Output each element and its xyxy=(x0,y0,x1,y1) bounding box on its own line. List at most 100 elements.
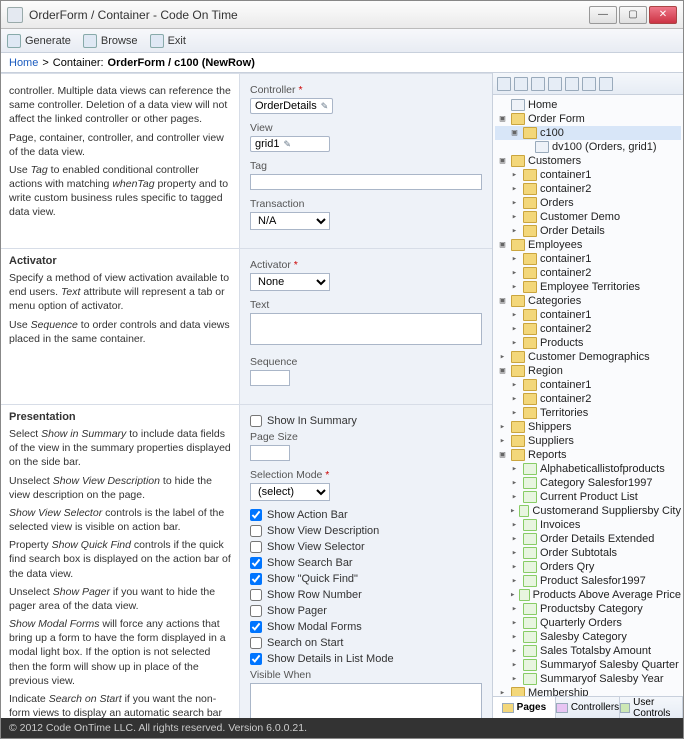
tab-user-controls[interactable]: User Controls xyxy=(620,697,683,718)
tree-twisty-icon[interactable]: ▸ xyxy=(509,576,520,586)
tree-twisty-icon[interactable]: ▸ xyxy=(509,618,520,628)
tree-node[interactable]: ▣c100 xyxy=(495,126,681,140)
tree-node[interactable]: ▸Current Product List xyxy=(495,490,681,504)
open-icon[interactable] xyxy=(565,77,579,91)
tree-node[interactable]: ▸Sales Totalsby Amount xyxy=(495,644,681,658)
tree-twisty-icon[interactable]: ▣ xyxy=(497,450,508,460)
tab-pages[interactable]: Pages xyxy=(493,697,556,718)
show-search-bar-checkbox[interactable]: Show Search Bar xyxy=(250,557,482,569)
close-button[interactable]: ✕ xyxy=(649,6,677,24)
tree-node[interactable]: ▣Region xyxy=(495,364,681,378)
activator-select[interactable]: None xyxy=(250,273,330,291)
controller-field[interactable]: OrderDetails✎ xyxy=(250,98,333,114)
tree-node[interactable]: ▸Order Details xyxy=(495,224,681,238)
tree-node[interactable]: ▸Category Salesfor1997 xyxy=(495,476,681,490)
tree-twisty-icon[interactable]: ▣ xyxy=(497,366,508,376)
tree-twisty-icon[interactable]: ▸ xyxy=(509,632,520,642)
tree-twisty-icon[interactable]: ▸ xyxy=(509,464,520,474)
show-in-summary-checkbox[interactable]: Show In Summary xyxy=(250,415,482,427)
text-input[interactable] xyxy=(250,313,482,345)
tree-node[interactable]: ▸container2 xyxy=(495,322,681,336)
tree-twisty-icon[interactable]: ▸ xyxy=(509,408,520,418)
tree-node[interactable]: dv100 (Orders, grid1) xyxy=(495,140,681,154)
tree-node[interactable]: ▸Customerand Suppliersby City xyxy=(495,504,681,518)
exit-button[interactable]: Exit xyxy=(150,34,186,48)
pagesize-input[interactable] xyxy=(250,445,290,461)
tree-node[interactable]: ▸Products Above Average Price xyxy=(495,588,681,602)
show-view-description-checkbox[interactable]: Show View Description xyxy=(250,525,482,537)
tree-twisty-icon[interactable]: ▸ xyxy=(509,548,520,558)
tree-node[interactable]: ▸Suppliers xyxy=(495,434,681,448)
show-quick-find-checkbox[interactable]: Show "Quick Find" xyxy=(250,573,482,585)
tree-node[interactable]: ▸container2 xyxy=(495,266,681,280)
tree-node[interactable]: ▸Invoices xyxy=(495,518,681,532)
tree-node[interactable]: ▸Membership xyxy=(495,686,681,696)
tree-node[interactable]: ▸container1 xyxy=(495,252,681,266)
tree-twisty-icon[interactable]: ▸ xyxy=(509,324,520,334)
tree-twisty-icon[interactable]: ▸ xyxy=(509,310,520,320)
tree-twisty-icon[interactable]: ▣ xyxy=(497,240,508,250)
tree-node[interactable]: ▸container2 xyxy=(495,392,681,406)
tree-twisty-icon[interactable]: ▣ xyxy=(497,156,508,166)
sync-icon[interactable] xyxy=(531,77,545,91)
forward-icon[interactable] xyxy=(514,77,528,91)
tree-node[interactable]: ▸Customer Demographics xyxy=(495,350,681,364)
tree-twisty-icon[interactable]: ▸ xyxy=(509,562,520,572)
tree-twisty-icon[interactable]: ▸ xyxy=(497,422,508,432)
tree-node[interactable]: ▸Summaryof Salesby Year xyxy=(495,672,681,686)
tree-node[interactable]: ▸container1 xyxy=(495,168,681,182)
tree-node[interactable]: ▸Customer Demo xyxy=(495,210,681,224)
tree-twisty-icon[interactable]: ▸ xyxy=(509,534,520,544)
tree-twisty-icon[interactable]: ▸ xyxy=(509,478,520,488)
browse-button[interactable]: Browse xyxy=(83,34,138,48)
tree-node[interactable]: ▣Categories xyxy=(495,294,681,308)
tree-node[interactable]: ▸container2 xyxy=(495,182,681,196)
tab-controllers[interactable]: Controllers xyxy=(556,697,620,718)
tree-node[interactable]: ▸Salesby Category xyxy=(495,630,681,644)
tree-node[interactable]: ▸Product Salesfor1997 xyxy=(495,574,681,588)
tree-node[interactable]: ▸Order Details Extended xyxy=(495,532,681,546)
tree-twisty-icon[interactable]: ▸ xyxy=(509,604,520,614)
tree-node[interactable]: ▸container1 xyxy=(495,308,681,322)
folder-icon[interactable] xyxy=(582,77,596,91)
add-icon[interactable] xyxy=(548,77,562,91)
minimize-button[interactable]: — xyxy=(589,6,617,24)
tree-twisty-icon[interactable]: ▸ xyxy=(509,520,520,530)
tree-twisty-icon[interactable]: ▣ xyxy=(497,114,508,124)
tree-twisty-icon[interactable]: ▣ xyxy=(509,128,520,138)
selectionmode-select[interactable]: (select) xyxy=(250,483,330,501)
tree-node[interactable]: ▸Summaryof Salesby Quarter xyxy=(495,658,681,672)
maximize-button[interactable]: ▢ xyxy=(619,6,647,24)
tree-twisty-icon[interactable]: ▸ xyxy=(509,282,520,292)
tree-node[interactable]: ▸container1 xyxy=(495,378,681,392)
tree-twisty-icon[interactable]: ▸ xyxy=(497,688,508,696)
show-modal-forms-checkbox[interactable]: Show Modal Forms xyxy=(250,621,482,633)
tree-twisty-icon[interactable]: ▸ xyxy=(509,506,516,516)
refresh-icon[interactable] xyxy=(599,77,613,91)
tree-twisty-icon[interactable]: ▣ xyxy=(497,296,508,306)
tree-node[interactable]: ▸Orders xyxy=(495,196,681,210)
breadcrumb-home[interactable]: Home xyxy=(9,57,38,69)
tree-node[interactable]: ▸Alphabeticallistofproducts xyxy=(495,462,681,476)
show-view-selector-checkbox[interactable]: Show View Selector xyxy=(250,541,482,553)
tree-twisty-icon[interactable]: ▸ xyxy=(497,352,508,362)
tree-node[interactable]: ▸Employee Territories xyxy=(495,280,681,294)
tree-twisty-icon[interactable]: ▸ xyxy=(509,674,520,684)
generate-button[interactable]: Generate xyxy=(7,34,71,48)
search-on-start-checkbox[interactable]: Search on Start xyxy=(250,637,482,649)
tree-node[interactable]: ▸Productsby Category xyxy=(495,602,681,616)
tree-node[interactable]: ▸Products xyxy=(495,336,681,350)
tree-node[interactable]: Home xyxy=(495,98,681,112)
tree-node[interactable]: ▣Customers xyxy=(495,154,681,168)
back-icon[interactable] xyxy=(497,77,511,91)
tree-node[interactable]: ▸Shippers xyxy=(495,420,681,434)
tag-input[interactable] xyxy=(250,174,482,190)
show-row-number-checkbox[interactable]: Show Row Number xyxy=(250,589,482,601)
content-pane[interactable]: controller. Multiple data views can refe… xyxy=(1,73,493,718)
tree-twisty-icon[interactable]: ▸ xyxy=(497,436,508,446)
tree-twisty-icon[interactable]: ▸ xyxy=(509,646,520,656)
show-action-bar-checkbox[interactable]: Show Action Bar xyxy=(250,509,482,521)
tree-twisty-icon[interactable]: ▸ xyxy=(509,394,520,404)
tree-twisty-icon[interactable]: ▸ xyxy=(509,590,516,600)
tree-node[interactable]: ▣Employees xyxy=(495,238,681,252)
